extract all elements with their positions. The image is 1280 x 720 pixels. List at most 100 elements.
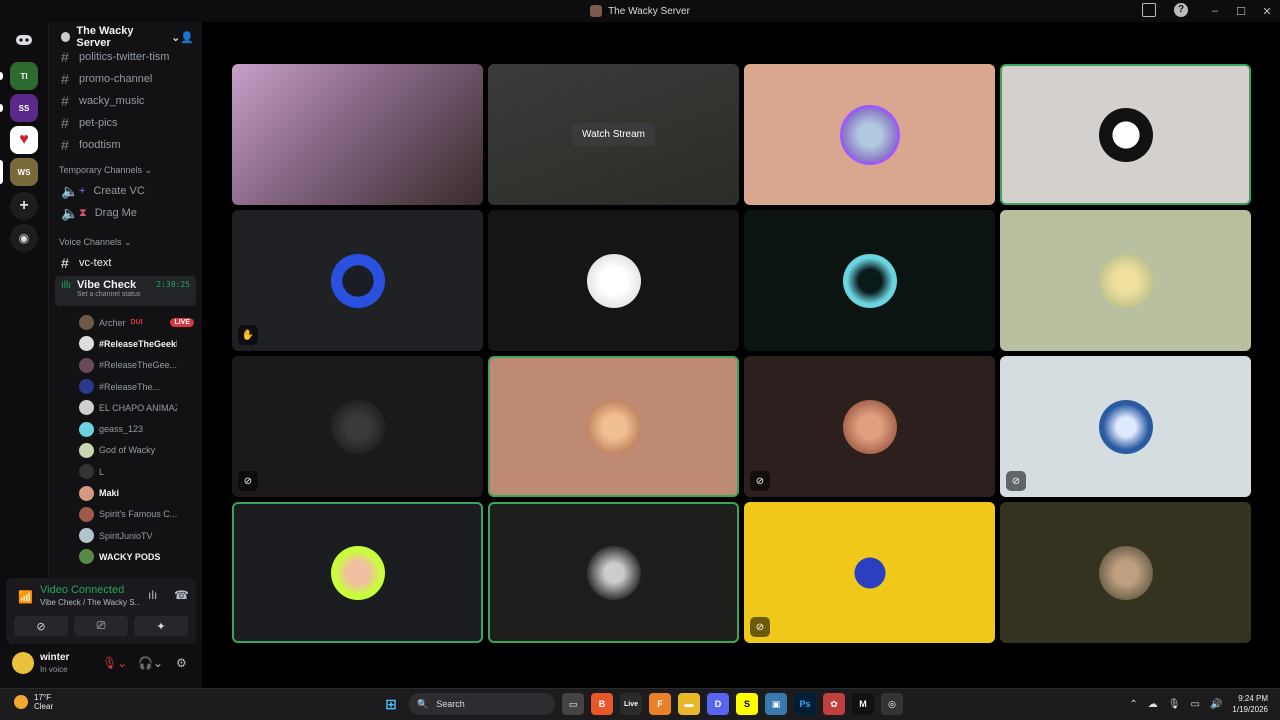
participant-tile[interactable] (744, 210, 995, 351)
server-badge-icon (61, 32, 71, 42)
help-icon[interactable]: ? (1174, 3, 1188, 17)
avatar[interactable] (12, 652, 34, 674)
discord-icon[interactable]: D (707, 693, 729, 715)
plus-icon: + (79, 185, 86, 197)
voice-user[interactable]: WACKY PODS (79, 546, 202, 567)
camera-off-button[interactable]: ⊘ (14, 616, 68, 636)
unread-pill (0, 72, 3, 80)
participant-tile[interactable]: ⊘ (744, 502, 995, 643)
voice-user[interactable]: L (79, 461, 202, 482)
voice-channel-vibe-check[interactable]: ıllı Vibe Check Set a channel status 2:3… (55, 276, 196, 306)
hash-icon: # (61, 115, 69, 131)
inbox-icon[interactable] (1142, 3, 1156, 17)
voice-user[interactable]: Archer DUI LIVE (79, 312, 202, 333)
category-temporary[interactable]: Temporary Channels ⌄ (49, 160, 202, 180)
watch-stream-button[interactable]: Watch Stream (572, 123, 655, 146)
discord-home-icon[interactable] (10, 26, 38, 54)
headphones-icon[interactable]: 🎧⌄ (138, 656, 163, 670)
chevron-up-icon[interactable]: ⌃ (1129, 699, 1137, 710)
task-view-icon[interactable]: ▭ (562, 693, 584, 715)
title-bar: The Wacky Server ? – ☐ ✕ (0, 0, 1280, 22)
voice-user[interactable]: geass_123 (79, 418, 202, 439)
volume-icon[interactable]: 🔊 (1210, 699, 1222, 710)
participant-tile[interactable]: ⊘ (744, 356, 995, 497)
mic-muted-icon[interactable]: 🎙⌄ (102, 656, 127, 670)
participant-tile[interactable] (232, 502, 483, 643)
participant-tile[interactable] (744, 64, 995, 205)
add-server-icon[interactable]: + (10, 192, 38, 220)
paint-icon[interactable]: ✿ (823, 693, 845, 715)
share-screen-button[interactable]: ⎚ (74, 616, 128, 636)
channel-vc-text[interactable]: # vc-text (49, 252, 202, 274)
brave-icon[interactable]: B (591, 693, 613, 715)
server-icon-wacky[interactable]: WS (10, 158, 38, 186)
voice-connection-panel: 📶 Video Connected Vibe Check / The Wacky… (6, 578, 196, 644)
photoshop-icon[interactable]: Ps (794, 693, 816, 715)
participant-tile[interactable] (1000, 502, 1251, 643)
participant-tile[interactable]: ⊘ (232, 356, 483, 497)
discover-icon[interactable]: ◉ (10, 224, 38, 252)
voice-user[interactable]: Maki (79, 482, 202, 503)
network-icon[interactable]: ▭ (1191, 699, 1200, 710)
close-button[interactable]: ✕ (1254, 5, 1280, 18)
activities-button[interactable]: ✦ (134, 616, 188, 636)
add-member-icon[interactable]: 👤 (180, 31, 194, 44)
windows-start-icon[interactable]: ⊞ (380, 693, 402, 715)
channel-drag-me[interactable]: 🔈 ⧗ Drag Me (49, 202, 202, 224)
steam-icon[interactable]: ◎ (881, 693, 903, 715)
stream-tile[interactable]: Watch Stream (488, 64, 739, 205)
microphone-icon[interactable]: 🎙 (1168, 699, 1181, 710)
participant-tile[interactable] (488, 502, 739, 643)
voice-user[interactable]: SpiritJunioTV (79, 525, 202, 546)
voice-channel-link[interactable]: Vibe Check / The Wacky S... (40, 598, 140, 607)
participant-tile[interactable] (1000, 64, 1251, 205)
voice-user[interactable]: Spirit's Famous C... (79, 504, 202, 525)
search-icon: 🔍 (417, 698, 429, 709)
avatar (330, 399, 385, 454)
channel-create-vc[interactable]: 🔈 + Create VC (49, 180, 202, 202)
signal-icon: 📶 (18, 590, 33, 604)
participant-tile[interactable] (488, 356, 739, 497)
search-input[interactable]: 🔍 Search (409, 693, 555, 715)
channel-pet-pics[interactable]: # pet-pics (49, 112, 202, 134)
clock[interactable]: 9:24 PM 1/19/2026 (1232, 693, 1268, 715)
server-header[interactable]: The Wacky Server ⌄ 👤 (49, 22, 202, 52)
channel-politics-twitter-tism[interactable]: # politics-twitter-tism (49, 46, 202, 68)
minimize-button[interactable]: – (1202, 5, 1228, 17)
snapchat-icon[interactable]: S (736, 693, 758, 715)
live-app-icon[interactable]: Live (620, 693, 642, 715)
voice-user[interactable]: EL CHAPO ANIMAZE... (79, 397, 202, 418)
avatar (79, 442, 94, 458)
heart-server-icon[interactable]: ♥ (10, 126, 38, 154)
voice-user[interactable]: #ReleaseTheGee... (79, 355, 202, 376)
weather-widget[interactable]: 17°F Clear (14, 693, 53, 711)
cloud-icon[interactable]: ☁ (1148, 699, 1158, 710)
file-explorer-icon[interactable]: ▬ (678, 693, 700, 715)
server-icon-studio[interactable]: SS (10, 94, 38, 122)
video-tile[interactable] (232, 64, 483, 205)
voice-user[interactable]: God of Wacky (79, 440, 202, 461)
noise-suppression-icon[interactable]: ılı (148, 588, 157, 602)
channel-promo-channel[interactable]: # promo-channel (49, 68, 202, 90)
participant-tile[interactable]: ✋ (232, 210, 483, 351)
channel-wacky-music[interactable]: # wacky_music (49, 90, 202, 112)
server-icon-turd-island[interactable]: TI (10, 62, 38, 90)
category-voice[interactable]: Voice Channels ⌄ (49, 232, 202, 252)
participant-tile[interactable] (488, 210, 739, 351)
video-grid: Watch Stream ✋ ⊘ ⊘ ⊘ ⊘ (202, 22, 1280, 688)
avatar (1098, 253, 1153, 308)
settings-gear-icon[interactable]: ⚙ (176, 656, 187, 670)
hash-icon: # (61, 137, 69, 153)
firefox-icon[interactable]: F (649, 693, 671, 715)
disconnect-icon[interactable]: ☎ (174, 588, 189, 602)
channel-status-input[interactable]: Set a channel status (61, 291, 190, 298)
participant-tile[interactable]: ⊘ (1000, 356, 1251, 497)
avatar (79, 528, 94, 544)
voice-user[interactable]: #ReleaseTheGeekFiles (79, 333, 202, 354)
participant-tile[interactable] (1000, 210, 1251, 351)
channel-foodtism[interactable]: # foodtism (49, 134, 202, 156)
maximize-button[interactable]: ☐ (1228, 5, 1254, 18)
app-m-icon[interactable]: M (852, 693, 874, 715)
voice-user[interactable]: #ReleaseThe... (79, 376, 202, 397)
photos-icon[interactable]: ▣ (765, 693, 787, 715)
